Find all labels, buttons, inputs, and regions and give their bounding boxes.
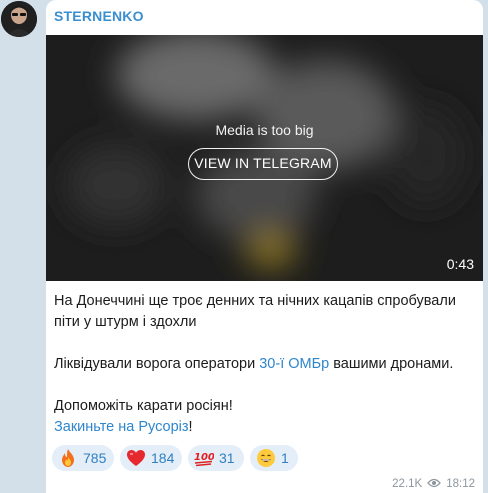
heart-icon <box>127 449 145 466</box>
reaction-fire[interactable]: 785 <box>52 445 114 471</box>
message-bubble: STERNENKO Media is too big VIEW IN TELEG… <box>46 0 483 493</box>
reaction-grin-count: 1 <box>281 450 289 466</box>
view-in-telegram-button[interactable]: VIEW IN TELEGRAM <box>188 148 338 180</box>
message-line-4-end: ! <box>188 419 193 435</box>
channel-avatar[interactable] <box>1 1 37 37</box>
avatar-image <box>1 1 37 37</box>
message-meta: 22.1K 18:12 <box>392 478 475 490</box>
reaction-hundred-count: 31 <box>219 450 235 466</box>
reaction-heart[interactable]: 184 <box>120 445 182 471</box>
brigade-link[interactable]: 30-ї ОМБр <box>259 356 329 372</box>
message-line-2-end: вашими дронами. <box>329 356 454 372</box>
message-time: 18:12 <box>446 478 475 490</box>
message-line-1: На Донеччині ще троє денних та нічних ка… <box>54 293 456 330</box>
video-duration: 0:43 <box>446 256 474 272</box>
hundred-points-icon: 100 <box>194 452 214 467</box>
message-line-2: Ліквідували ворога оператори 30-ї ОМБр в… <box>54 354 474 375</box>
reaction-grin[interactable]: 1 <box>250 445 298 471</box>
media-too-big-notice: Media is too big <box>215 122 314 138</box>
reaction-fire-count: 785 <box>83 450 107 466</box>
reaction-heart-count: 184 <box>151 450 175 466</box>
message-text: На Донеччині ще троє денних та нічних ка… <box>54 291 474 438</box>
video-preview[interactable]: Media is too big VIEW IN TELEGRAM 0:43 <box>46 35 483 281</box>
telegram-channel-post: STERNENKO Media is too big VIEW IN TELEG… <box>0 0 488 493</box>
channel-name[interactable]: STERNENKO <box>54 8 144 24</box>
reaction-hundred[interactable]: 100 31 <box>188 445 244 471</box>
eye-icon <box>427 478 442 488</box>
donation-link[interactable]: Закиньте на Русоріз <box>54 419 189 435</box>
message-line-3: Допоможіть карати росіян! <box>54 398 233 414</box>
message-line-2-start: Ліквідували ворога оператори <box>54 356 260 372</box>
view-count: 22.1K <box>392 478 423 490</box>
grinning-face-icon <box>257 448 275 467</box>
message-line-4: Закиньте на Русоріз! <box>54 417 474 438</box>
fire-icon <box>62 448 74 467</box>
